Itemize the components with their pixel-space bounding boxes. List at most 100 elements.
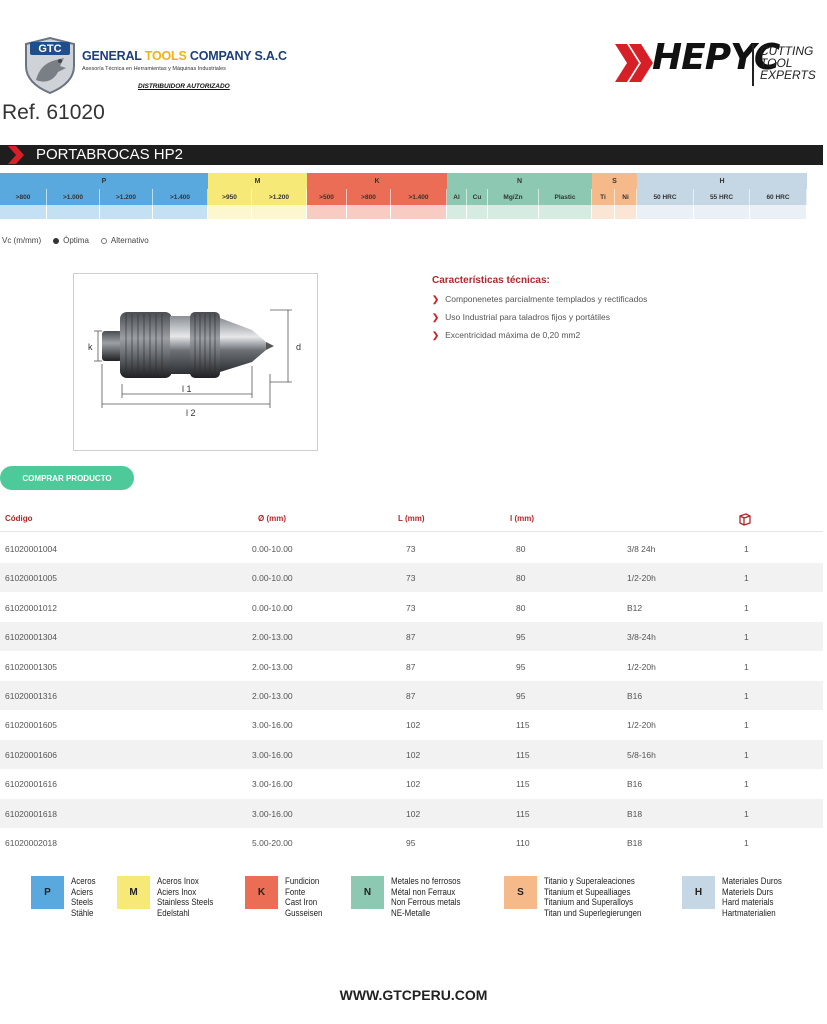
header-code: Código bbox=[5, 514, 33, 523]
table-cell: 2.00-13.00 bbox=[252, 661, 293, 672]
gtc-shield-logo-icon: GTC bbox=[25, 36, 75, 94]
table-row[interactable]: 61020001606 3.00-16.00 102 115 5/8-16h 1 bbox=[0, 739, 823, 769]
table-cell: 1 bbox=[744, 779, 749, 790]
table-cell: 1 bbox=[744, 544, 749, 554]
empty-dot-icon bbox=[100, 237, 107, 244]
material-sub-cell: >800 bbox=[347, 189, 391, 205]
table-cell: 61020001005 bbox=[5, 573, 58, 584]
legend-text: Fundicion Fonte Cast Iron Gusseisen bbox=[285, 876, 322, 918]
table-cell: 3.00-16.00 bbox=[252, 779, 293, 790]
legend-line: Métal non Ferraux bbox=[391, 886, 456, 897]
table-cell: 73 bbox=[406, 544, 416, 554]
table-cell: B18 bbox=[627, 808, 643, 819]
material-rating-cell bbox=[307, 205, 347, 219]
buy-product-button[interactable]: COMPRAR PRODUCTO bbox=[0, 466, 134, 490]
legend-text: Aceros Aciers Steels Stähle bbox=[71, 876, 96, 918]
dim-l2-label: l 2 bbox=[186, 408, 196, 418]
table-cell: 3/8-24h bbox=[627, 632, 656, 643]
material-rating-cell bbox=[391, 205, 447, 219]
table-cell: 61020001316 bbox=[5, 691, 58, 701]
chevron-right-icon bbox=[8, 146, 24, 164]
legend-line: Aciers Inox bbox=[157, 886, 197, 897]
legend-line: Edelstahl bbox=[157, 907, 190, 918]
legend-line: Cast Iron bbox=[285, 897, 318, 908]
table-cell: 3/8 24h bbox=[627, 544, 656, 554]
table-cell: 95 bbox=[516, 632, 526, 643]
table-cell: 102 bbox=[406, 749, 421, 760]
material-rating-cell bbox=[447, 205, 467, 219]
table-row[interactable]: 61020001316 2.00-13.00 87 95 B16 1 bbox=[0, 681, 823, 710]
legend-line: Titan und Superlegierungen bbox=[544, 907, 642, 918]
legend-swatch: K bbox=[245, 876, 278, 909]
box-icon bbox=[739, 513, 751, 526]
table-row[interactable]: 61020001616 3.00-16.00 102 115 B16 1 bbox=[0, 769, 823, 798]
table-row[interactable]: 61020001305 2.00-13.00 87 95 1/2-20h 1 bbox=[0, 652, 823, 681]
table-row[interactable]: 61020002018 5.00-20.00 95 110 B18 1 bbox=[0, 828, 823, 857]
material-group-n: N bbox=[447, 173, 592, 189]
legend-line: Titanium et Supealliages bbox=[544, 886, 631, 897]
table-row[interactable]: 61020001618 3.00-16.00 102 115 B18 1 bbox=[0, 798, 823, 828]
gtc-subtitle: Asesoría Técnica en Herramientas y Máqui… bbox=[82, 66, 226, 72]
table-row[interactable]: 61020001004 0.00-10.00 73 80 3/8 24h 1 bbox=[0, 534, 823, 563]
legend-text: Metales no ferrosos Métal non Ferraux Non … bbox=[391, 876, 461, 918]
table-cell: 1 bbox=[744, 602, 749, 613]
material-group-p: P bbox=[0, 173, 208, 189]
table-cell: 3.00-16.00 bbox=[252, 720, 293, 731]
hepyc-separator bbox=[752, 44, 754, 86]
table-cell: 2.00-13.00 bbox=[252, 632, 293, 643]
table-cell: 1 bbox=[744, 632, 749, 643]
table-cell: 87 bbox=[406, 661, 416, 672]
material-sub-cell: >1.200 bbox=[100, 189, 153, 205]
table-cell: 61020001616 bbox=[5, 779, 58, 790]
table-cell: 61020001304 bbox=[5, 632, 58, 643]
header-L: L (mm) bbox=[398, 514, 425, 523]
legend-line: Stähle bbox=[71, 907, 94, 918]
material-group-h: H bbox=[637, 173, 807, 189]
table-row[interactable]: 61020001304 2.00-13.00 87 95 3/8-24h 1 bbox=[0, 622, 823, 652]
table-header: Código Ø (mm) L (mm) l (mm) bbox=[0, 506, 823, 532]
bullet-chevron-icon: ❯ bbox=[432, 312, 440, 322]
table-cell: 73 bbox=[406, 602, 416, 613]
legend-line: Titanium and Superalloys bbox=[544, 897, 634, 908]
material-sub-cell: >1.200 bbox=[252, 189, 307, 205]
table-cell: 1 bbox=[744, 573, 749, 584]
legend-line: Fundicion bbox=[285, 876, 320, 886]
table-row[interactable]: 61020001005 0.00-10.00 73 80 1/2-20h 1 bbox=[0, 563, 823, 593]
material-group-row: PMKNSH bbox=[0, 173, 823, 189]
table-cell: 1 bbox=[744, 720, 749, 731]
legend-line: NE-Metalle bbox=[391, 907, 431, 918]
material-group-m: M bbox=[208, 173, 307, 189]
material-sub-cell: >950 bbox=[208, 189, 252, 205]
legend-line: Gusseisen bbox=[285, 907, 323, 918]
table-cell: 61020001605 bbox=[5, 720, 58, 731]
hepyc-tagline: CUTTING TOOL EXPERTS bbox=[760, 44, 816, 82]
vc-optima-label: Óptima bbox=[63, 236, 89, 245]
legend-text: Materiales Duros Materiels Durs Hard mater… bbox=[722, 876, 782, 918]
table-cell: 115 bbox=[516, 720, 530, 731]
legend-line: Non Ferrous metals bbox=[391, 897, 461, 908]
table-cell: 110 bbox=[516, 838, 530, 848]
table-cell: 1 bbox=[744, 749, 749, 760]
table-cell: 1/2-20h bbox=[627, 661, 656, 672]
table-row[interactable]: 61020001012 0.00-10.00 73 80 B12 1 bbox=[0, 593, 823, 622]
table-cell: 5/8-16h bbox=[627, 749, 656, 760]
table-cell: 115 bbox=[516, 808, 530, 819]
legend-line: Materiels Durs bbox=[722, 886, 774, 897]
material-rating-cell bbox=[539, 205, 592, 219]
table-cell: 80 bbox=[516, 544, 526, 554]
dim-d-label: d bbox=[296, 342, 301, 352]
hepyc-chevron-logo-icon bbox=[615, 44, 653, 82]
table-cell: 61020001606 bbox=[5, 749, 58, 760]
product-title: PORTABROCAS HP2 bbox=[36, 146, 183, 163]
table-cell: 102 bbox=[406, 808, 421, 819]
product-title-bar: PORTABROCAS HP2 bbox=[0, 145, 823, 165]
legend-line: Metales no ferrosos bbox=[391, 876, 461, 886]
website-footer[interactable]: WWW.GTCPERU.COM bbox=[0, 987, 827, 1003]
table-cell: 73 bbox=[406, 573, 416, 584]
drill-chuck-illustration: k d l 1 l 2 bbox=[88, 309, 301, 418]
legend-line: Hard materials bbox=[722, 897, 774, 908]
table-row[interactable]: 61020001605 3.00-16.00 102 115 1/2-20h 1 bbox=[0, 710, 823, 739]
table-cell: 61020001305 bbox=[5, 661, 58, 672]
feature-item: ❯ Excentricidad máxima de 0,20 mm2 bbox=[432, 330, 581, 340]
table-cell: 115 bbox=[516, 749, 530, 760]
